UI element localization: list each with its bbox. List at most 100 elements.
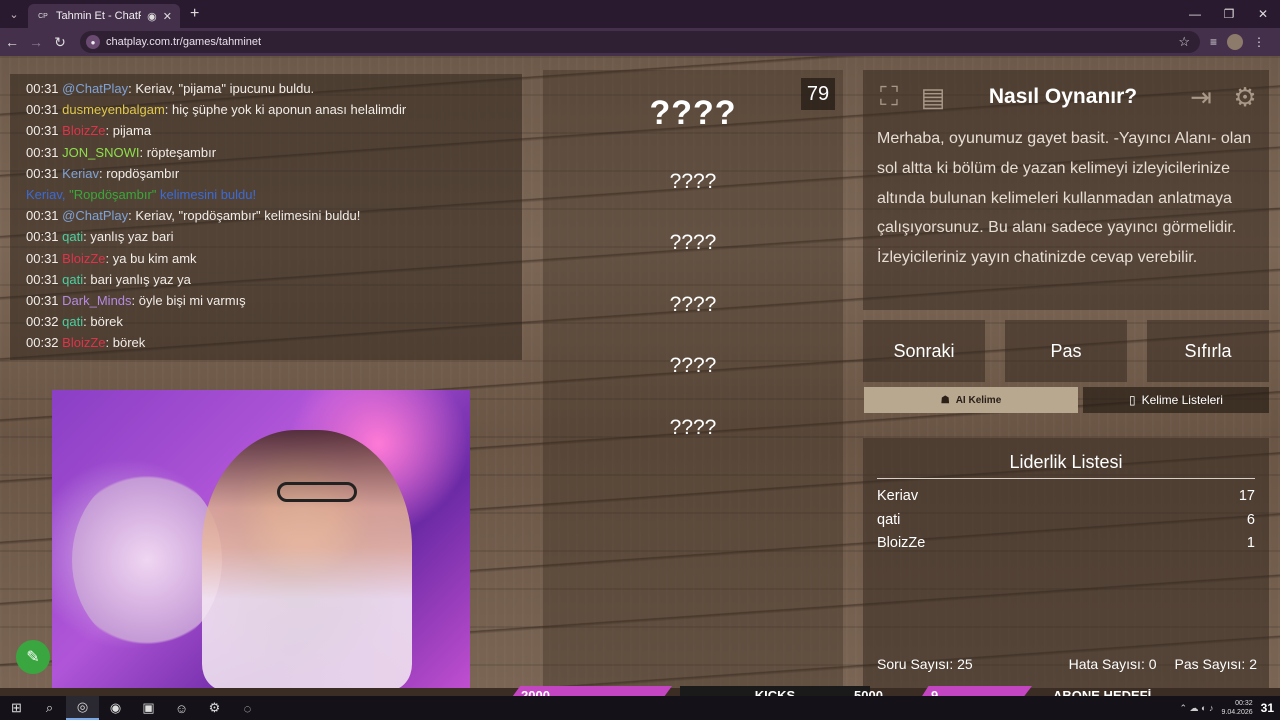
word-lists-label: Kelime Listeleri [1141, 393, 1223, 407]
chat-text: : pijama [105, 123, 152, 139]
ai-word-label: AI Kelime [955, 394, 1002, 406]
reload-icon[interactable]: ↻ [48, 34, 72, 51]
forbidden-word: ???? [669, 231, 717, 254]
chat-text: : Keriav, "ropdöşambır" kelimesini buldu… [128, 208, 361, 224]
chat-username[interactable]: BloizZe [62, 251, 105, 266]
how-to-title: Nasıl Oynanır? [988, 85, 1138, 108]
bookmark-star-icon[interactable]: ☆ [1178, 34, 1200, 50]
chat-username[interactable]: BloizZe [62, 123, 105, 138]
clock-time: 00:32 [1235, 700, 1253, 707]
forward-icon[interactable]: → [24, 34, 48, 50]
chat-username[interactable]: Dark_Minds [62, 293, 131, 308]
chat-timestamp: 00:31 [26, 229, 59, 245]
close-window-icon[interactable]: ✕ [1246, 0, 1280, 28]
chat-message: 00:31 qati: bari yanlış yaz ya [26, 269, 522, 290]
minimize-icon[interactable]: — [1178, 0, 1212, 28]
chat-text: kelimesini buldu! [156, 186, 257, 202]
window-controls: — ❐ ✕ [1178, 0, 1280, 28]
chat-username[interactable]: dusmeyenbalgam [62, 102, 165, 117]
overlay-number: 31 [1260, 701, 1274, 715]
chrome-icon[interactable]: ◎ [66, 696, 99, 720]
chat-timestamp: 00:32 [26, 335, 59, 351]
media-record-icon[interactable]: ◉ [147, 10, 157, 23]
player-name: Keriav [877, 488, 919, 504]
question-count: Soru Sayısı: 25 [877, 656, 973, 672]
tab-search-icon[interactable]: ⌄ [0, 0, 28, 28]
settings-icon[interactable]: ⚙ [198, 696, 231, 720]
chat-text: : börek [105, 335, 146, 351]
chat-text: : bari yanlış yaz ya [83, 271, 191, 287]
forbidden-word: ???? [669, 293, 717, 316]
chat-timestamp: 00:32 [26, 314, 59, 330]
site-info-icon[interactable]: ● [86, 35, 100, 49]
fullscreen-icon[interactable]: ⛶ [871, 79, 907, 115]
chat-username[interactable]: @ChatPlay [62, 81, 128, 96]
clock-date: 9.04.2026 [1221, 709, 1253, 716]
tab-strip: ⌄ CP Tahmin Et - ChatPlay ◉ ✕ + — ❐ ✕ [0, 0, 1280, 28]
discord-icon[interactable]: ☺ [165, 696, 198, 720]
chat-text: : börek [83, 314, 123, 330]
chat-message: 00:31 BloizZe: pijama [26, 120, 522, 141]
chat-timestamp: 00:31 [26, 292, 59, 308]
chat-username[interactable]: Keriav [62, 166, 99, 181]
settings-gear-icon[interactable]: ⚙ [1227, 79, 1263, 115]
list-icon: ▯ [1129, 393, 1136, 407]
ai-word-button[interactable]: ☗ AI Kelime [864, 387, 1078, 413]
chat-panel: 00:31 @ChatPlay: Keriav, "pijama" ipucun… [10, 74, 522, 360]
search-icon[interactable]: ⌕ [33, 696, 66, 720]
tab-active[interactable]: CP Tahmin Et - ChatPlay ◉ ✕ [28, 4, 180, 28]
tray-icons[interactable]: ⌃ ☁ ◐ ♪ [1180, 703, 1214, 714]
glasses [277, 482, 357, 502]
forbidden-word: ???? [669, 354, 717, 377]
how-to-text: Merhaba, oyunumuz gayet basit. -Yayıncı … [877, 130, 1252, 267]
chat-username[interactable]: @ChatPlay [62, 208, 128, 223]
chat-message: 00:31 dusmeyenbalgam: hiç şüphe yok ki a… [26, 99, 522, 120]
ai-robot-icon: ☗ [940, 394, 950, 406]
back-icon[interactable]: ← [0, 34, 24, 50]
pencil-icon[interactable]: ✎ [16, 640, 50, 674]
address-bar[interactable]: ● chatplay.com.tr/games/tahminet ☆ [80, 31, 1200, 53]
browser-menu-icon[interactable]: ⋮ [1253, 35, 1265, 49]
notes-icon[interactable]: ▤ [915, 79, 951, 115]
chat-username[interactable]: qati [62, 272, 83, 287]
found-word: "Ropdöşambır" [69, 186, 157, 202]
exit-icon[interactable]: ⇥ [1183, 79, 1219, 115]
chat-message: 00:31 @ChatPlay: Keriav, "pijama" ipucun… [26, 78, 522, 99]
forbidden-word: ???? [669, 416, 717, 439]
obs-icon[interactable]: ◌ [231, 696, 264, 720]
chat-username[interactable]: qati [62, 229, 83, 244]
chat-text: : ya bu kim amk [105, 250, 197, 266]
game-page: 00:31 @ChatPlay: Keriav, "pijama" ipucun… [0, 56, 1280, 688]
main-word: ???? [649, 94, 737, 132]
spotify-icon[interactable]: ◉ [99, 696, 132, 720]
chat-message: 00:31 Keriav: ropdöşambır [26, 163, 522, 184]
toolbar: ← → ↻ ● chatplay.com.tr/games/tahminet ☆… [0, 28, 1280, 56]
next-button[interactable]: Sonraki [863, 320, 985, 382]
media-controls-icon[interactable]: ≡ [1210, 35, 1217, 49]
plush-bear [72, 470, 222, 650]
leaderboard-row: BloizZe 1 [863, 532, 1269, 556]
clock[interactable]: 00:32 9.04.2026 [1221, 699, 1252, 717]
tab-close-icon[interactable]: ✕ [163, 10, 172, 23]
profile-avatar[interactable] [1227, 34, 1244, 50]
leaderboard-row: qati 6 [863, 509, 1269, 533]
how-to-play-panel: ⛶ ▤ Nasıl Oynanır? ⇥ ⚙ Merhaba, oyunumuz… [863, 70, 1269, 310]
reset-button[interactable]: Sıfırla [1147, 320, 1269, 382]
game-stats: Soru Sayısı: 25 Hata Sayısı: 0 Pas Sayıs… [877, 656, 1257, 672]
countdown-timer: 79 [801, 78, 835, 110]
leaderboard-row: Keriav 17 [863, 485, 1269, 509]
new-tab-button[interactable]: + [190, 5, 199, 23]
restore-icon[interactable]: ❐ [1212, 0, 1246, 28]
leaderboard: Liderlik Listesi Keriav 17 qati 6 BloizZ… [863, 438, 1269, 688]
chat-timestamp: 00:31 [26, 208, 59, 224]
windows-start-icon[interactable]: ⊞ [0, 696, 33, 720]
word-lists-button[interactable]: ▯ Kelime Listeleri [1083, 387, 1269, 413]
chat-timestamp: 00:31 [26, 144, 59, 160]
word-panel: ???? ???? ???? ???? ???? ???? 79 [543, 70, 843, 688]
chat-username[interactable]: BloizZe [62, 335, 105, 350]
chat-username[interactable]: qati [62, 314, 83, 329]
tab-title: Tahmin Et - ChatPlay [56, 10, 141, 22]
app-icon[interactable]: ▣ [132, 696, 165, 720]
pass-button[interactable]: Pas [1005, 320, 1127, 382]
chat-username[interactable]: JON_SNOWI [62, 145, 139, 160]
